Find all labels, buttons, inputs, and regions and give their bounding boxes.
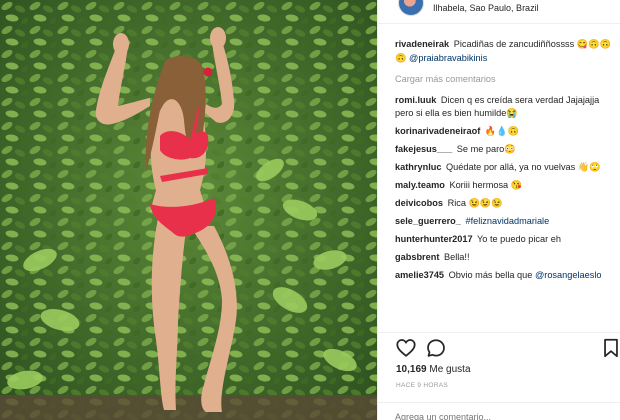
post-location[interactable]: Ilhabela, Sao Paulo, Brazil <box>433 3 539 13</box>
heart-icon[interactable] <box>395 337 417 359</box>
comment-text: Yo te puedo picar eh <box>477 234 561 244</box>
post-actions <box>378 332 620 360</box>
comment-item: romi.luuk Dicen q es creída sera verdad … <box>395 94 617 121</box>
caption-link[interactable]: @praiabravabikinis <box>409 53 487 63</box>
comment-username[interactable]: korinarivadeneiraof <box>395 126 480 136</box>
likes-count[interactable]: 10,169 Me gusta <box>396 364 471 375</box>
comment-bubble-icon[interactable] <box>425 337 447 359</box>
comment-username[interactable]: romi.luuk <box>395 95 436 105</box>
post-sidebar: Ilhabela, Sao Paulo, Brazil rivadeneirak… <box>377 0 620 420</box>
comment-username[interactable]: fakejesus___ <box>395 144 452 154</box>
comment-text: 🔥💧🙃 <box>484 126 520 136</box>
comment-username[interactable]: sele_guerrero_ <box>395 216 461 226</box>
comment-username[interactable]: deivicobos <box>395 198 443 208</box>
comment-item: kathrynluc Quédate por allá, ya no vuelv… <box>395 161 617 175</box>
add-comment-input[interactable] <box>395 411 605 420</box>
comment-item: fakejesus___ Se me paro😳 <box>395 143 617 157</box>
bookmark-icon[interactable] <box>600 337 620 359</box>
comment-item: maly.teamo Koriii hermosa 😘 <box>395 179 617 193</box>
comment-item: gabsbrent Bella!! <box>395 251 617 265</box>
avatar[interactable] <box>398 0 424 16</box>
comment-username[interactable]: kathrynluc <box>395 162 441 172</box>
comment-text: Rica 😉😉😉 <box>447 198 503 208</box>
comment-username[interactable]: hunterhunter2017 <box>395 234 473 244</box>
post-timestamp[interactable]: HACE 9 HORAS <box>396 382 448 389</box>
load-more-comments[interactable]: Cargar más comentarios <box>395 73 617 87</box>
post-photo-image <box>0 0 377 420</box>
comment-item: sele_guerrero_ #feliznavidadmariale <box>395 215 617 229</box>
comment-item: hunterhunter2017 Yo te puedo picar eh <box>395 233 617 247</box>
caption: rivadeneirak Picadiñas de zancudiññossss… <box>395 38 617 65</box>
comments-list: rivadeneirak Picadiñas de zancudiññossss… <box>395 38 617 287</box>
comment-text: Bella!! <box>443 252 470 262</box>
comment-item: amelie3745 Obvio más bella que @rosangel… <box>395 269 617 283</box>
comment-item: korinarivadeneiraof 🔥💧🙃 <box>395 125 617 139</box>
post-header: Ilhabela, Sao Paulo, Brazil <box>378 0 620 24</box>
comment-mention[interactable]: @rosangelaeslo <box>535 270 602 280</box>
likes-number: 10,169 <box>396 364 427 375</box>
comment-username[interactable]: amelie3745 <box>395 270 444 280</box>
comment-text: Koriii hermosa 😘 <box>449 180 523 190</box>
comment-item: deivicobos Rica 😉😉😉 <box>395 197 617 211</box>
add-comment-bar <box>378 402 620 420</box>
comment-text: Quédate por allá, ya no vuelvas 👋🙄 <box>446 162 601 172</box>
likes-label: Me gusta <box>429 364 471 375</box>
comment-text: Se me paro😳 <box>456 144 516 154</box>
comment-username[interactable]: maly.teamo <box>395 180 445 190</box>
comment-hashtag[interactable]: #feliznavidadmariale <box>465 216 549 226</box>
caption-username[interactable]: rivadeneirak <box>395 39 449 49</box>
comment-username[interactable]: gabsbrent <box>395 252 439 262</box>
post-photo[interactable] <box>0 0 377 420</box>
comment-text: Obvio más bella que <box>448 270 533 280</box>
